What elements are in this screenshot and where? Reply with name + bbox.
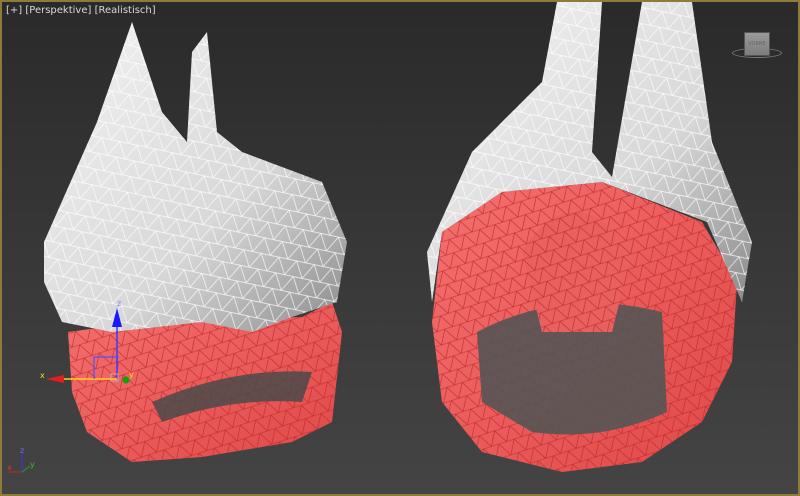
axis-tripod: z x y — [7, 446, 35, 473]
gizmo-z-label: z — [117, 299, 121, 308]
viewcube-face-label: VORNE — [748, 41, 766, 47]
right-helmet-model[interactable] — [427, 2, 752, 472]
viewcube[interactable]: VORNE — [744, 32, 770, 56]
viewport-label: [+] [Perspektive] [Realistisch] — [6, 5, 156, 16]
viewport-menu-button[interactable]: [+] — [6, 5, 22, 16]
perspective-viewport[interactable]: x y z z x y [+] [Perspektive] [Realistis… — [0, 0, 800, 496]
left-helmet-model[interactable] — [44, 22, 347, 462]
gizmo-x-label: x — [40, 371, 45, 380]
shading-mode-button[interactable]: [Realistisch] — [95, 5, 156, 16]
scene-canvas[interactable]: x y z z x y — [2, 2, 800, 496]
tripod-y-label: y — [30, 460, 35, 469]
view-mode-button[interactable]: [Perspektive] — [25, 5, 91, 16]
gizmo-y-label: y — [129, 370, 134, 379]
tripod-z-label: z — [20, 446, 24, 455]
gizmo-x-arrow[interactable] — [46, 375, 64, 383]
tripod-x-label: x — [7, 463, 12, 472]
